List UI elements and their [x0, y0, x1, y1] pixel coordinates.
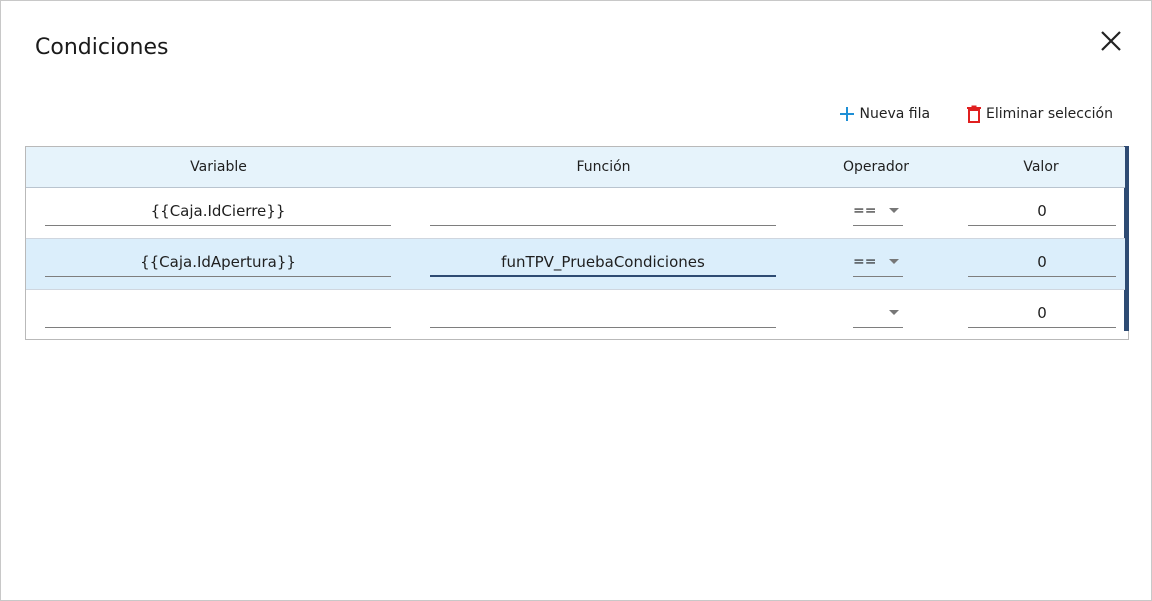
grid-toolbar: Nueva fila Eliminar selección: [839, 105, 1113, 123]
funcion-field[interactable]: [430, 298, 776, 328]
chevron-down-icon: [889, 310, 899, 315]
table-row[interactable]: {{Caja.IdCierre}} == 0: [26, 188, 1125, 239]
operador-value: ==: [853, 254, 877, 270]
chevron-down-icon: [889, 259, 899, 264]
variable-field[interactable]: {{Caja.IdCierre}}: [45, 196, 391, 226]
column-header-variable[interactable]: Variable: [26, 147, 411, 187]
plus-icon: [840, 107, 855, 121]
add-row-label: Nueva fila: [859, 106, 931, 122]
chevron-down-icon: [889, 208, 899, 213]
delete-selection-label: Eliminar selección: [986, 106, 1113, 122]
close-button[interactable]: [1097, 27, 1125, 55]
operador-select[interactable]: ==: [853, 196, 903, 226]
table-row[interactable]: {{Caja.IdApertura}} funTPV_PruebaCondici…: [26, 239, 1125, 290]
variable-field[interactable]: [45, 298, 391, 328]
valor-field[interactable]: 0: [968, 247, 1116, 277]
funcion-field[interactable]: funTPV_PruebaCondiciones: [430, 247, 776, 277]
valor-field[interactable]: 0: [968, 196, 1116, 226]
dialog-title: Condiciones: [35, 35, 169, 60]
valor-field[interactable]: 0: [968, 298, 1116, 328]
operador-select[interactable]: ==: [853, 247, 903, 277]
funcion-field[interactable]: [430, 196, 776, 226]
grid-header: Variable Función Operador Valor: [26, 147, 1125, 188]
delete-selection-button[interactable]: Eliminar selección: [966, 105, 1113, 123]
conditions-grid: Variable Función Operador Valor {{Caja.I…: [25, 146, 1129, 340]
trash-icon: [967, 105, 982, 123]
column-header-valor[interactable]: Valor: [966, 147, 1116, 187]
column-header-funcion[interactable]: Función: [411, 147, 796, 187]
add-row-button[interactable]: Nueva fila: [839, 106, 930, 122]
variable-field[interactable]: {{Caja.IdApertura}}: [45, 247, 391, 277]
table-row[interactable]: 0: [26, 290, 1125, 341]
conditions-dialog: Condiciones Nueva fila Eliminar selecció…: [0, 0, 1152, 601]
operador-select[interactable]: [853, 298, 903, 328]
operador-value: ==: [853, 203, 877, 219]
column-header-operador[interactable]: Operador: [816, 147, 936, 187]
close-icon: [1101, 31, 1121, 51]
